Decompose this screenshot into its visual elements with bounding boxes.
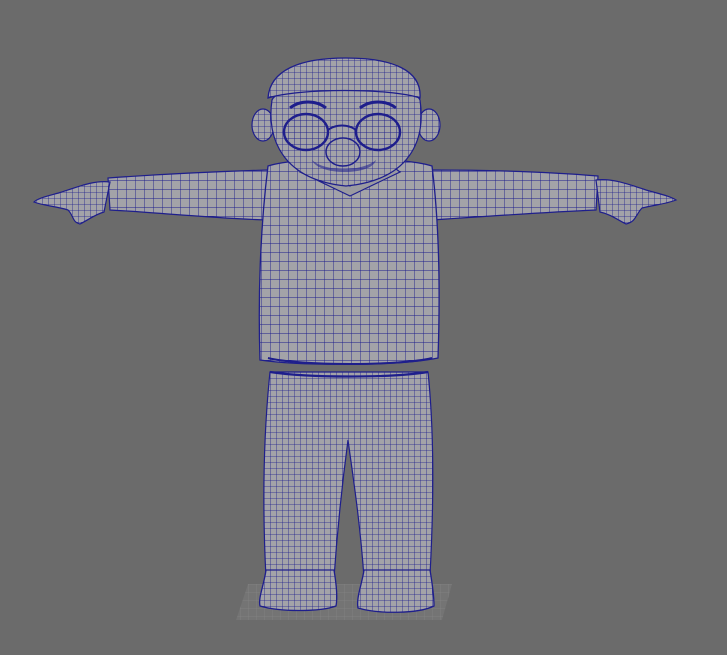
- legs: [263, 371, 434, 579]
- left-hand: [32, 181, 111, 225]
- left-shoe: [258, 569, 338, 612]
- left-arm: [107, 169, 269, 221]
- right-arm: [429, 169, 599, 221]
- right-hand: [595, 179, 678, 225]
- right-shoe: [356, 569, 435, 613]
- viewport-canvas[interactable]: [0, 0, 727, 655]
- torso: [258, 157, 440, 365]
- character-mesh[interactable]: [32, 57, 678, 613]
- maya-viewport-panel[interactable]: [0, 0, 727, 655]
